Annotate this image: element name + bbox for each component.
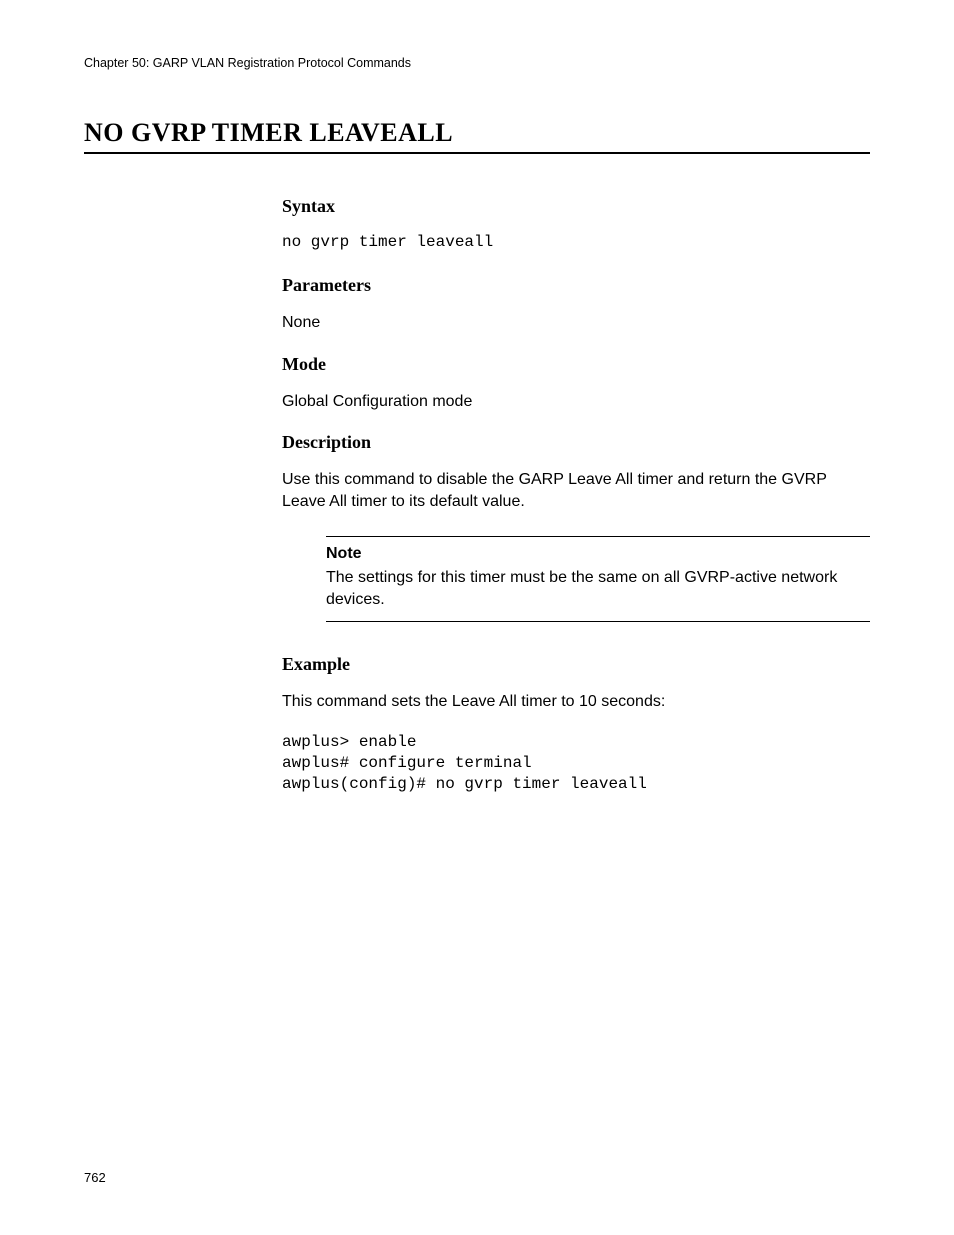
page-number: 762 — [84, 1170, 106, 1185]
chapter-header: Chapter 50: GARP VLAN Registration Proto… — [84, 56, 870, 70]
mode-text: Global Configuration mode — [282, 391, 870, 413]
example-code: awplus> enable awplus# configure termina… — [282, 732, 870, 794]
example-intro: This command sets the Leave All timer to… — [282, 691, 870, 713]
content-area: Syntax no gvrp timer leaveall Parameters… — [282, 196, 870, 795]
note-label: Note — [326, 545, 870, 563]
note-box: Note The settings for this timer must be… — [326, 536, 870, 621]
parameters-text: None — [282, 312, 870, 334]
description-text: Use this command to disable the GARP Lea… — [282, 469, 870, 512]
description-heading: Description — [282, 432, 870, 453]
note-text: The settings for this timer must be the … — [326, 567, 870, 610]
syntax-heading: Syntax — [282, 196, 870, 217]
syntax-code: no gvrp timer leaveall — [282, 233, 870, 251]
mode-heading: Mode — [282, 354, 870, 375]
parameters-heading: Parameters — [282, 275, 870, 296]
page-title: NO GVRP TIMER LEAVEALL — [84, 118, 870, 154]
example-heading: Example — [282, 654, 870, 675]
